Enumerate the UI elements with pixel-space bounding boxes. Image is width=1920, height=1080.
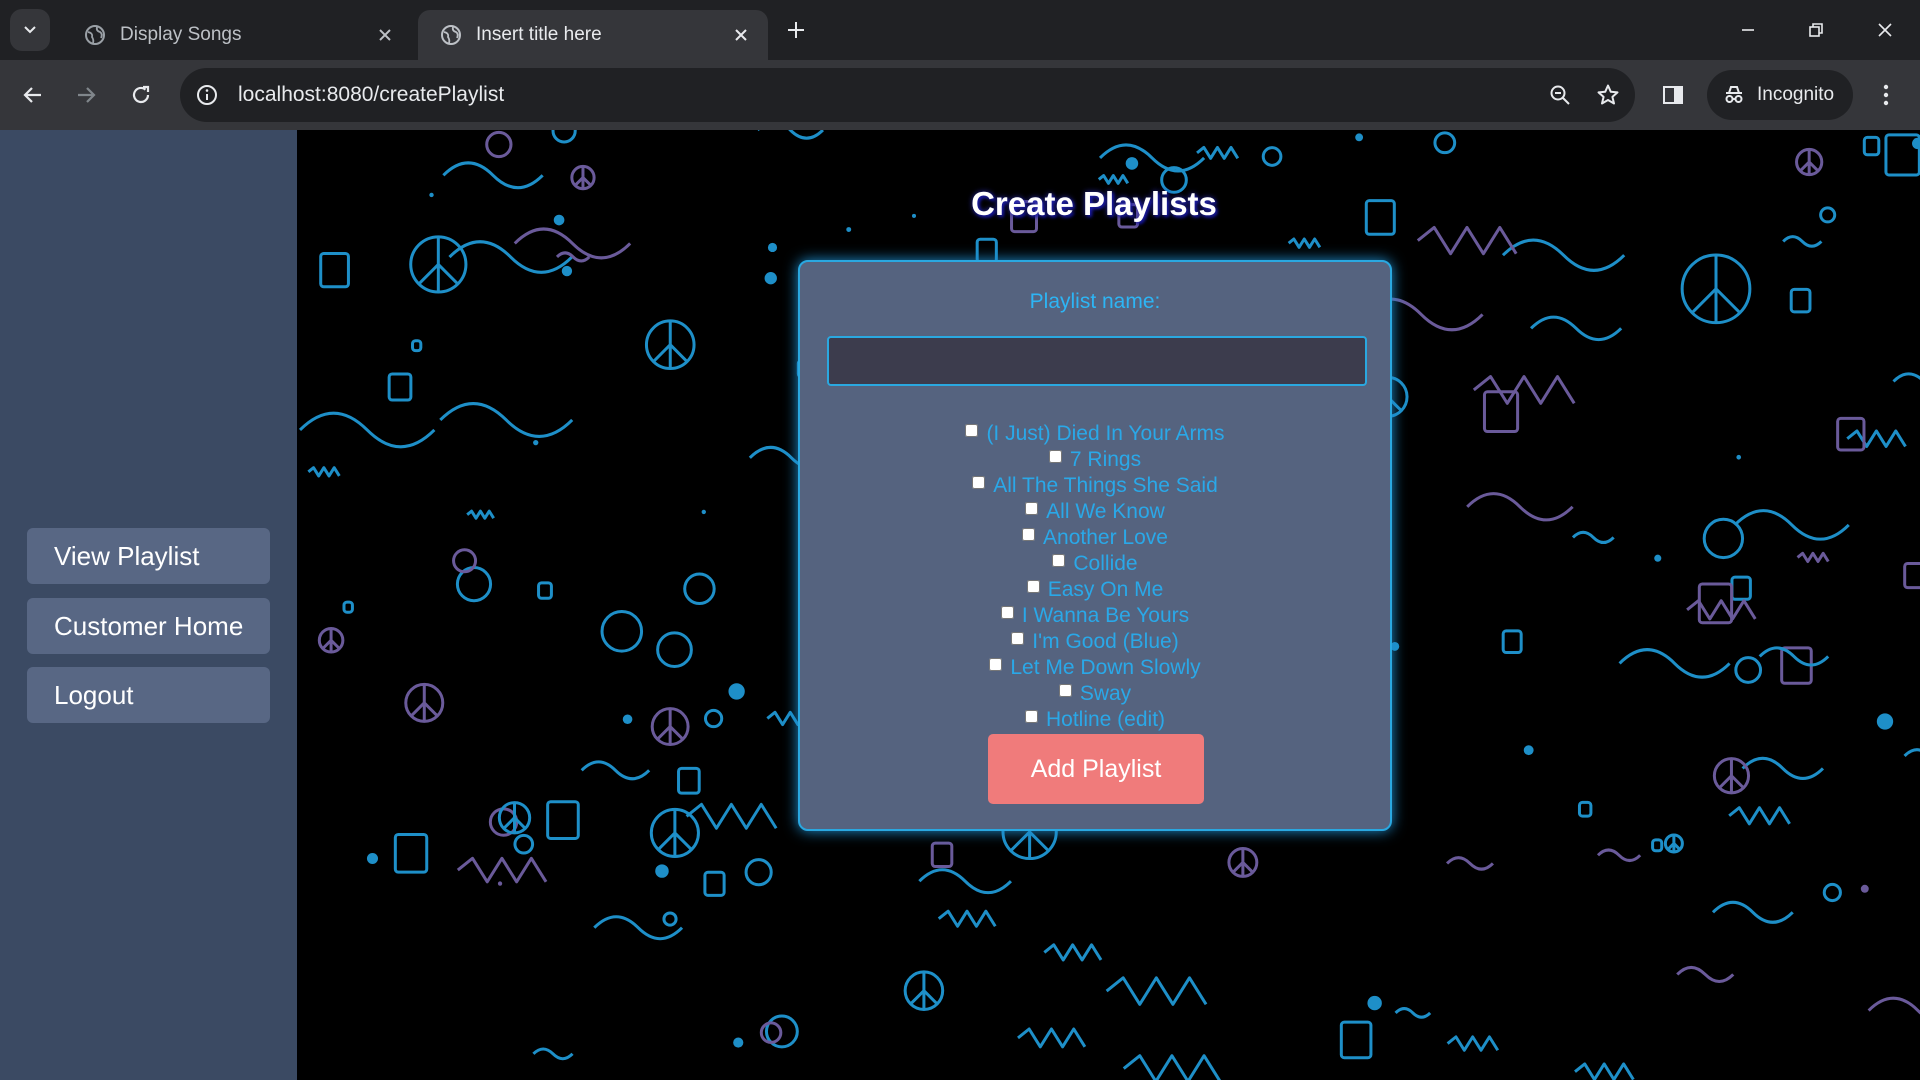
bookmark-button[interactable]	[1587, 74, 1629, 116]
browser-toolbar: localhost:8080/createPlaylist Incognito	[0, 60, 1920, 130]
tab-insert-title[interactable]: Insert title here	[418, 10, 768, 60]
site-info-button[interactable]	[192, 80, 222, 110]
tab-title: Display Songs	[120, 24, 242, 45]
arrow-left-icon	[23, 87, 41, 103]
minimize-icon	[1742, 29, 1754, 31]
page-title: Create Playlists	[971, 185, 1217, 222]
playlist-name-input[interactable]	[827, 336, 1367, 386]
song-option[interactable]: All We Know	[800, 499, 1390, 525]
song-checkbox[interactable]	[1026, 579, 1040, 593]
song-title: I'm Good (Blue)	[1032, 630, 1179, 653]
song-checkbox[interactable]	[1058, 683, 1072, 697]
song-title: Another Love	[1043, 526, 1168, 549]
song-option[interactable]: Hotline (edit)	[800, 707, 1390, 733]
song-title: Collide	[1073, 552, 1138, 575]
song-option[interactable]: (I Just) Died In Your Arms	[800, 421, 1390, 447]
song-checkbox[interactable]	[1052, 553, 1066, 567]
close-icon[interactable]	[374, 24, 396, 46]
reload-icon	[132, 85, 150, 104]
tab-strip: Display Songs Insert title here	[0, 0, 1920, 60]
song-title: 7 Rings	[1069, 448, 1142, 471]
song-title: I Wanna Be Yours	[1021, 604, 1190, 627]
song-option[interactable]: 7 Rings	[800, 447, 1390, 473]
song-checkbox-list: (I Just) Died In Your Arms 7 Rings All The…	[800, 421, 1390, 733]
song-checkbox[interactable]	[989, 657, 1003, 671]
playlist-name-label: Playlist name:	[1029, 290, 1161, 313]
song-title: Let Me Down Slowly	[1010, 656, 1201, 679]
song-checkbox[interactable]	[1000, 605, 1014, 619]
more-vertical-icon	[1883, 84, 1889, 106]
song-checkbox[interactable]	[1024, 709, 1038, 723]
song-option[interactable]: Sway	[800, 681, 1390, 707]
incognito-label: Incognito	[1757, 84, 1835, 105]
song-title: Sway	[1079, 682, 1132, 705]
globe-icon	[441, 25, 461, 45]
song-checkbox[interactable]	[1022, 527, 1036, 541]
window-close-button[interactable]	[1862, 10, 1908, 50]
browser-menu-button[interactable]	[1868, 74, 1904, 116]
song-title: Easy On Me	[1047, 578, 1164, 601]
plus-icon	[788, 22, 804, 38]
song-option[interactable]: All The Things She Said	[800, 473, 1390, 499]
song-title: Hotline (edit)	[1045, 708, 1166, 731]
incognito-icon	[1725, 86, 1743, 103]
zoom-button[interactable]	[1539, 74, 1581, 116]
song-checkbox[interactable]	[1048, 449, 1062, 463]
minimize-button[interactable]	[1725, 10, 1771, 50]
song-title: All We Know	[1046, 500, 1165, 523]
song-option[interactable]: Collide	[800, 551, 1390, 577]
tab-title: Insert title here	[476, 24, 602, 45]
info-icon	[197, 85, 217, 105]
tab-search-button[interactable]	[10, 9, 50, 51]
view-playlist-button[interactable]: View Playlist	[27, 528, 270, 584]
side-panel-button[interactable]	[1652, 74, 1694, 116]
create-playlist-form: Playlist name: (I Just) Died In Your Arm…	[798, 260, 1392, 831]
chevron-down-icon	[24, 26, 36, 34]
song-title: All The Things She Said	[993, 474, 1218, 497]
forward-button[interactable]	[65, 74, 107, 116]
song-option[interactable]: Easy On Me	[800, 577, 1390, 603]
customer-home-button[interactable]: Customer Home	[27, 598, 270, 654]
song-checkbox[interactable]	[1011, 631, 1025, 645]
song-option[interactable]: I Wanna Be Yours	[800, 603, 1390, 629]
close-icon[interactable]	[730, 24, 752, 46]
side-panel-icon	[1663, 86, 1683, 104]
arrow-right-icon	[78, 87, 96, 103]
song-checkbox[interactable]	[1025, 501, 1039, 515]
add-playlist-button[interactable]: Add Playlist	[988, 734, 1204, 804]
song-checkbox[interactable]	[965, 423, 979, 437]
song-option[interactable]: I'm Good (Blue)	[800, 629, 1390, 655]
address-bar[interactable]: localhost:8080/createPlaylist	[180, 68, 1635, 122]
zoom-out-icon	[1550, 85, 1570, 105]
new-tab-button[interactable]	[780, 14, 812, 46]
restore-button[interactable]	[1793, 10, 1839, 50]
song-option[interactable]: Another Love	[800, 525, 1390, 551]
close-icon	[1878, 23, 1892, 37]
logout-button[interactable]: Logout	[27, 667, 270, 723]
song-option[interactable]: Let Me Down Slowly	[800, 655, 1390, 681]
tab-display-songs[interactable]: Display Songs	[62, 10, 412, 60]
url-text[interactable]: localhost:8080/createPlaylist	[238, 83, 1539, 107]
reload-button[interactable]	[120, 74, 162, 116]
song-checkbox[interactable]	[972, 475, 986, 489]
restore-icon	[1809, 23, 1823, 37]
star-icon	[1597, 84, 1619, 105]
back-button[interactable]	[12, 74, 54, 116]
incognito-indicator[interactable]: Incognito	[1707, 70, 1853, 120]
page-content: View Playlist Customer Home Logout Creat…	[0, 130, 1920, 1080]
globe-icon	[85, 25, 105, 45]
sidebar: View Playlist Customer Home Logout	[0, 130, 297, 1080]
song-title: (I Just) Died In Your Arms	[986, 422, 1225, 445]
